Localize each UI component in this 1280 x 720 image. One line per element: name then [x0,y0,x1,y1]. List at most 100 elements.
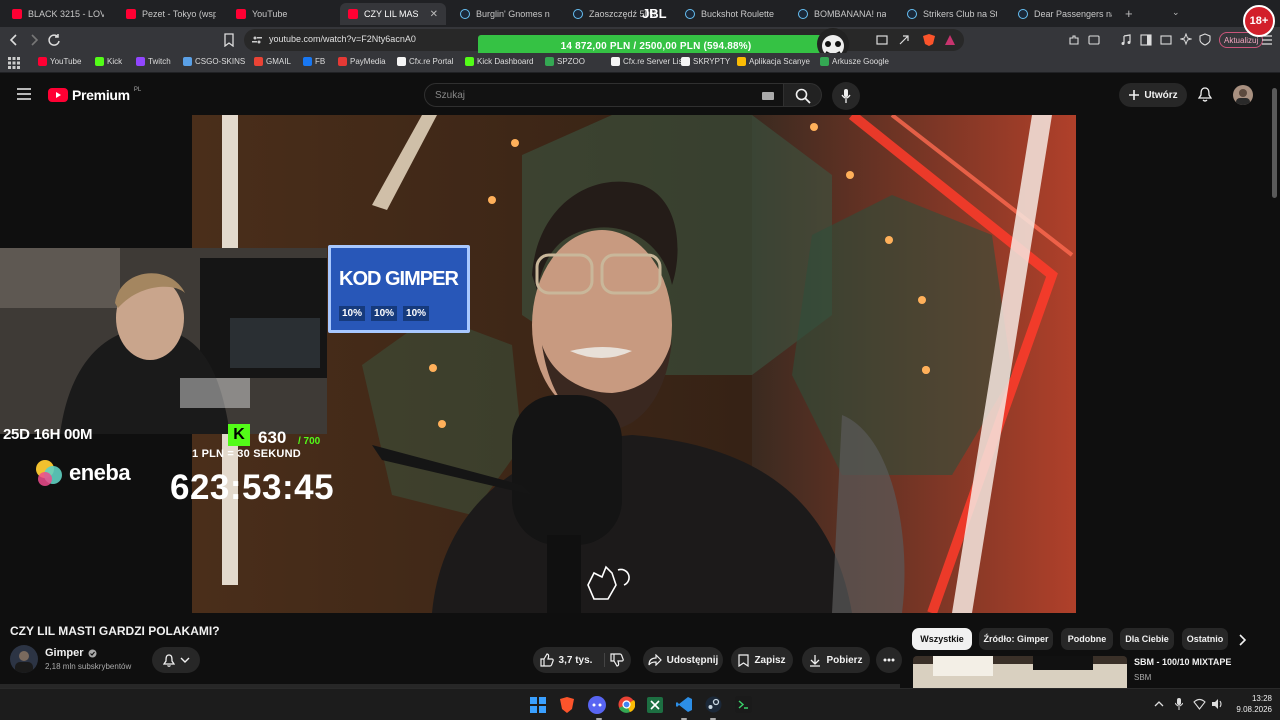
tray-network-icon[interactable] [1193,698,1206,710]
terminal-app-icon[interactable] [735,696,752,713]
youtube-premium-logo[interactable]: Premium PL [48,87,141,103]
bookmark-item[interactable]: CSGO-SKINS [183,57,245,66]
bookmark-item[interactable]: YouTube [38,57,81,66]
back-icon[interactable] [8,33,20,47]
like-button[interactable]: 3,7 tys. [539,653,606,667]
notifications-bell-icon[interactable] [1198,87,1212,103]
forward-icon[interactable] [28,33,40,47]
share-button[interactable]: Udostępnij [643,647,723,673]
browser-tab[interactable]: Dear Passengers na St [1010,3,1120,25]
chrome-icon[interactable] [618,696,635,713]
chip-related[interactable]: Podobne [1061,628,1113,650]
search-button[interactable] [784,83,822,107]
brave-shield-icon[interactable] [922,33,936,47]
browser-tab[interactable]: Strikers Club na Steam [899,3,1005,25]
keyboard-icon[interactable] [762,92,774,100]
browser-tab-label: Pezet - Tokyo (współc [142,9,216,19]
reading-list-icon[interactable] [1160,34,1172,46]
subscription-bell-button[interactable] [152,647,200,673]
page-scrollbar[interactable] [1272,88,1277,198]
browser-tab-label: Strikers Club na Steam [923,9,997,19]
voice-search-button[interactable] [832,82,860,110]
bookmark-item[interactable]: Arkusze Google [820,57,889,66]
install-app-icon[interactable] [876,34,888,46]
channel-avatar[interactable] [10,645,38,673]
share-page-icon[interactable] [898,34,910,46]
bookmark-item[interactable]: SKRYPTY [681,57,730,66]
browser-tab[interactable]: Buckshot Roulette na [677,3,783,25]
vscode-icon[interactable] [676,696,693,713]
promo-percent: 10% [339,306,366,321]
wallet-icon[interactable] [1088,34,1100,46]
suggested-video-title[interactable]: SBM - 100/10 MIXTAPE [1134,657,1231,667]
leo-ai-icon[interactable] [1180,33,1192,47]
create-button[interactable]: Utwórz [1119,83,1187,107]
bookmark-item[interactable]: GMAIL [254,57,291,66]
bookmark-item[interactable]: Cfx.re Server List [611,57,685,66]
bookmark-item[interactable]: FB [303,57,325,66]
steam-icon[interactable] [705,696,722,713]
media-controls-icon[interactable] [1120,34,1132,46]
bookmark-item[interactable]: Twitch [136,57,171,66]
sidebar-icon[interactable] [1140,34,1152,46]
brave-rewards-icon[interactable] [944,34,956,46]
thumbs-up-icon [539,653,554,667]
chip-from-channel[interactable]: Źródło: Gimper [979,628,1053,650]
download-button[interactable]: Pobierz [802,647,870,673]
save-button[interactable]: Zapisz [731,647,793,673]
excel-icon[interactable] [647,697,663,713]
logo-premium-text: Premium [72,87,130,103]
bookmark-item[interactable]: PayMedia [338,57,386,66]
bookmark-item[interactable]: Aplikacja Scanye [737,57,810,66]
tray-chevron-up-icon[interactable] [1154,700,1164,708]
browser-tab[interactable]: CZY LIL MASTI ✕ [340,3,446,25]
plus-icon [1129,90,1140,100]
site-info-icon[interactable] [252,35,262,45]
close-tab-icon[interactable]: ✕ [430,9,438,20]
chips-next-icon[interactable] [1238,634,1248,646]
bookmark-favicon-icon [545,57,554,66]
account-avatar[interactable] [1233,85,1253,105]
search-input[interactable]: Szukaj [424,83,784,107]
chip-all[interactable]: Wszystkie [912,628,972,650]
suggested-video-thumbnail[interactable] [913,656,1127,688]
windows-taskbar: 13:28 9.08.2026 [0,688,1280,720]
youtube-header: Premium PL Szukaj Utwórz [0,73,1280,115]
hamburger-menu-icon[interactable] [17,88,31,100]
steam-favicon-icon [798,9,808,19]
bookmark-item[interactable]: Kick [95,57,122,66]
tray-mic-icon[interactable] [1175,698,1183,711]
new-tab-icon[interactable]: + [1125,6,1133,21]
apps-grid-icon[interactable] [8,57,20,69]
bookmark-favicon-icon [183,57,192,66]
reload-icon[interactable] [47,33,61,47]
chip-for-you[interactable]: Dla Ciebie [1120,628,1174,650]
browser-tab[interactable]: Burglin' Gnomes na St [452,3,558,25]
discord-icon[interactable] [588,696,606,714]
tab-search-icon[interactable]: ⌄ [1172,7,1180,18]
browser-tab[interactable]: Pezet - Tokyo (współc [118,3,224,25]
browser-tab[interactable]: YouTube [228,3,334,25]
browser-tab[interactable]: BOMBANANA! na Ste [790,3,894,25]
chip-recent[interactable]: Ostatnio [1182,628,1228,650]
thumbs-down-icon[interactable] [610,653,625,667]
channel-name-row[interactable]: Gimper [45,647,97,659]
clock-date[interactable]: 9.08.2026 [1222,705,1272,714]
bookmark-item[interactable]: SPZOO [545,57,585,66]
more-actions-button[interactable] [876,647,902,673]
bookmark-item[interactable]: Kick Dashboard [465,57,533,66]
chevron-down-icon [180,657,189,663]
channel-name[interactable]: Gimper [45,647,84,659]
browser-tab-label: CZY LIL MASTI [364,9,418,19]
brave-browser-icon[interactable] [559,696,575,714]
bookmark-page-icon[interactable] [223,33,235,47]
webcam-picture-in-picture [0,248,327,434]
browser-tab[interactable]: BLACK 3215 - LOVEST [4,3,112,25]
save-bookmark-icon [738,653,750,667]
windows-start-icon[interactable] [530,697,546,713]
bookmark-item[interactable]: Cfx.re Portal [397,57,453,66]
bookmark-favicon-icon [303,57,312,66]
extensions-icon[interactable] [1068,34,1080,46]
clock-time[interactable]: 13:28 [1230,694,1272,703]
vpn-shield-icon[interactable] [1199,33,1211,47]
